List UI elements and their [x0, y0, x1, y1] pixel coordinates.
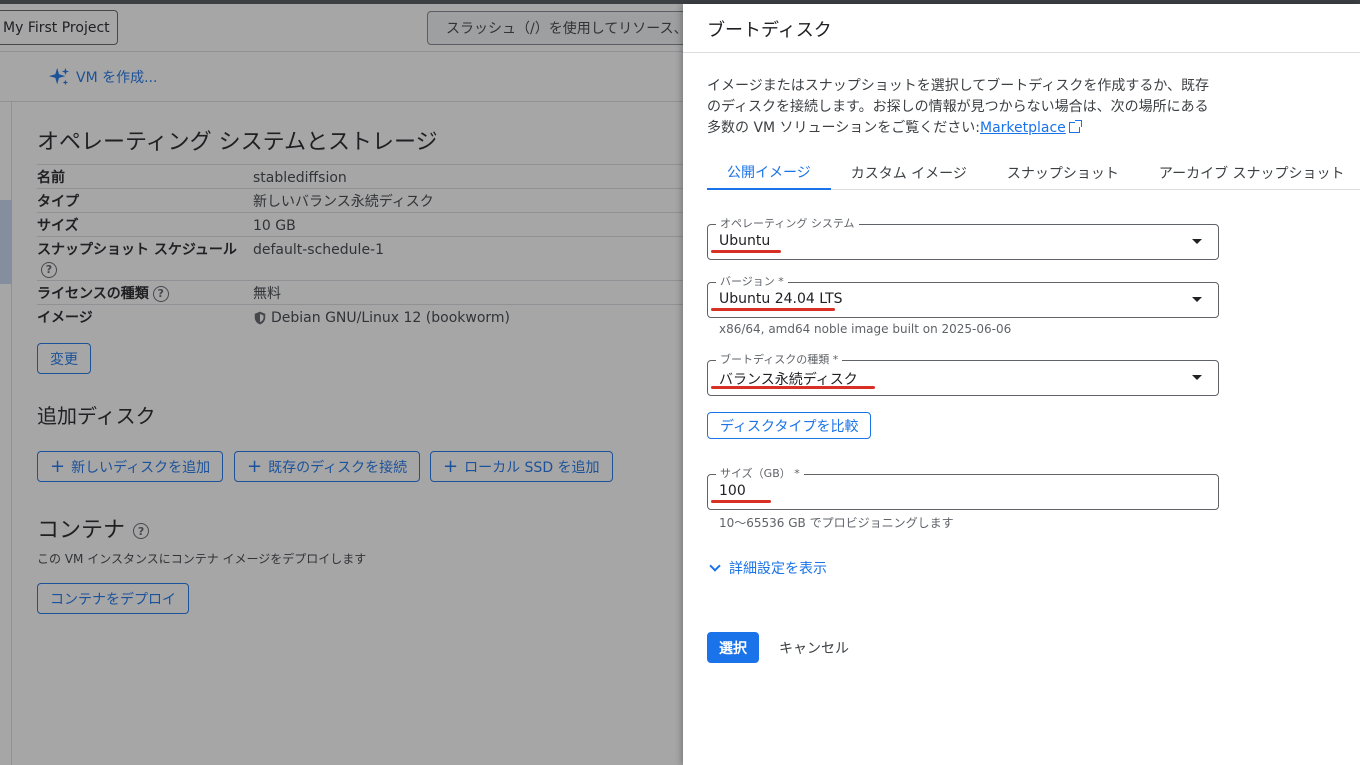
plus-icon: + [247, 455, 263, 477]
add-new-disk-label: 新しいディスクを追加 [71, 459, 211, 476]
show-advanced-settings[interactable]: 詳細設定を表示 [709, 558, 827, 578]
prop-key: タイプ [37, 194, 79, 210]
help-icon[interactable]: ? [133, 523, 150, 539]
sparkle-icon [48, 67, 70, 86]
search-input[interactable]: スラッシュ（/）を使用してリソース、 [427, 11, 683, 45]
select-button[interactable]: 選択 [707, 632, 759, 663]
tab-archive-snapshots[interactable]: アーカイブ スナップショット [1139, 156, 1360, 190]
size-input-label: サイズ（GB） * [716, 467, 804, 481]
dropdown-arrow-icon [1192, 375, 1202, 380]
os-select[interactable]: オペレーティング システム Ubuntu [707, 217, 1219, 260]
project-selector[interactable]: My First Project [0, 10, 118, 45]
shield-icon [254, 311, 266, 325]
table-row: ライセンスの種類? 無料 [37, 280, 683, 304]
dropdown-arrow-icon [1192, 239, 1202, 244]
tab-snapshots[interactable]: スナップショット [987, 156, 1139, 190]
prop-key: スナップショット スケジュール? [37, 240, 253, 280]
os-storage-title: オペレーティング システムとストレージ [37, 130, 438, 155]
additional-disks-title: 追加ディスク [37, 404, 156, 428]
add-new-disk-button[interactable]: + 新しいディスクを追加 [37, 451, 224, 482]
disk-type-select-label: ブートディスクの種類 * [716, 353, 843, 367]
tab-custom-images[interactable]: カスタム イメージ [831, 156, 987, 190]
container-description: この VM インスタンスにコンテナ イメージをデプロイします [37, 552, 367, 566]
table-row: タイプ 新しいバランス永続ディスク [37, 188, 683, 212]
deploy-container-button[interactable]: コンテナをデプロイ [37, 583, 189, 614]
disk-type-select[interactable]: ブートディスクの種類 * バランス永続ディスク [707, 353, 1219, 396]
prop-key: イメージ [37, 310, 93, 326]
top-header: My First Project スラッシュ（/）を使用してリソース、 [0, 4, 683, 52]
container-title: コンテナ? [37, 512, 150, 544]
description-line: のディスクを接続します。お探しの情報が見つからない場合は、次の場所にある [707, 99, 1209, 115]
annotation-underline [711, 308, 835, 311]
annotation-underline [711, 500, 771, 503]
size-input-value: 100 [719, 483, 746, 499]
prop-value: 新しいバランス永続ディスク [253, 194, 434, 210]
image-value: Debian GNU/Linux 12 (bookworm) [271, 310, 511, 326]
size-input[interactable]: サイズ（GB） * 100 [707, 467, 1219, 510]
left-rail-active-marker [0, 200, 12, 284]
version-select[interactable]: バージョン * Ubuntu 24.04 LTS [707, 275, 1219, 318]
description-line: 多数の VM ソリューションをご覧ください:Marketplace [707, 118, 1227, 139]
divider [0, 101, 683, 102]
attach-existing-disk-label: 既存のディスクを接続 [268, 459, 408, 476]
cancel-button[interactable]: キャンセル [779, 632, 849, 663]
prop-key: ライセンスの種類? [37, 284, 253, 304]
boot-disk-drawer: ブートディスク イメージまたはスナップショットを選択してブートディスクを作成する… [683, 4, 1360, 765]
prop-key: 名前 [37, 170, 65, 186]
prop-value: Debian GNU/Linux 12 (bookworm) [253, 308, 510, 328]
prop-value: 無料 [253, 286, 281, 302]
size-helper-text: 10〜65536 GB でプロビジョニングします [719, 516, 954, 530]
image-source-tabs: 公開イメージ カスタム イメージ スナップショット アーカイブ スナップショット [707, 156, 1360, 190]
drawer-description: イメージまたはスナップショットを選択してブートディスクを作成するか、既存 のディ… [707, 76, 1227, 139]
help-icon[interactable]: ? [152, 286, 169, 302]
prop-value: default-schedule-1 [253, 242, 385, 258]
dropdown-arrow-icon [1192, 297, 1202, 302]
table-row: サイズ 10 GB [37, 212, 683, 236]
help-icon[interactable]: ? [41, 262, 57, 278]
table-row: 名前 stablediffsion [37, 164, 683, 188]
tab-public-images[interactable]: 公開イメージ [707, 156, 831, 190]
description-text: 多数の VM ソリューションをご覧ください: [707, 120, 980, 136]
vm-create-ai-link[interactable]: VM を作成... [48, 66, 157, 88]
marketplace-link[interactable]: Marketplace [980, 120, 1066, 136]
description-line: イメージまたはスナップショットを選択してブートディスクを作成するか、既存 [707, 78, 1210, 94]
version-select-value: Ubuntu 24.04 LTS [719, 291, 843, 307]
plus-icon: + [443, 455, 459, 477]
container-title-text: コンテナ [37, 518, 126, 543]
compare-disk-types-button[interactable]: ディスクタイプを比較 [707, 412, 872, 439]
plus-icon: + [50, 455, 66, 477]
os-select-value: Ubuntu [719, 233, 771, 249]
annotation-underline [711, 250, 781, 253]
divider [683, 52, 1360, 53]
change-button[interactable]: 変更 [37, 343, 91, 374]
prop-key-text: スナップショット スケジュール [37, 242, 237, 258]
table-row: イメージ Debian GNU/Linux 12 (bookworm) [37, 304, 683, 328]
add-local-ssd-button[interactable]: + ローカル SSD を追加 [430, 451, 613, 482]
vm-create-page: My First Project スラッシュ（/）を使用してリソース、 VM を… [0, 4, 683, 765]
os-storage-properties: 名前 stablediffsion タイプ 新しいバランス永続ディスク サイズ … [37, 164, 683, 328]
annotation-underline [711, 386, 875, 389]
os-select-label: オペレーティング システム [716, 217, 859, 231]
prop-value: 10 GB [253, 218, 296, 234]
add-local-ssd-label: ローカル SSD を追加 [464, 459, 600, 476]
chevron-down-icon [709, 560, 721, 572]
external-link-icon [1068, 120, 1082, 133]
version-select-label: バージョン * [716, 275, 788, 289]
version-helper-text: x86/64, amd64 noble image built on 2025-… [719, 322, 1012, 336]
prop-key-text: ライセンスの種類 [37, 286, 149, 302]
prop-value: stablediffsion [253, 170, 347, 186]
vm-create-label: VM を作成... [76, 70, 158, 86]
advanced-settings-label: 詳細設定を表示 [729, 561, 827, 577]
prop-key: サイズ [37, 218, 79, 234]
table-row: スナップショット スケジュール? default-schedule-1 [37, 236, 683, 280]
attach-existing-disk-button[interactable]: + 既存のディスクを接続 [234, 451, 421, 482]
drawer-title: ブートディスク [707, 20, 832, 41]
